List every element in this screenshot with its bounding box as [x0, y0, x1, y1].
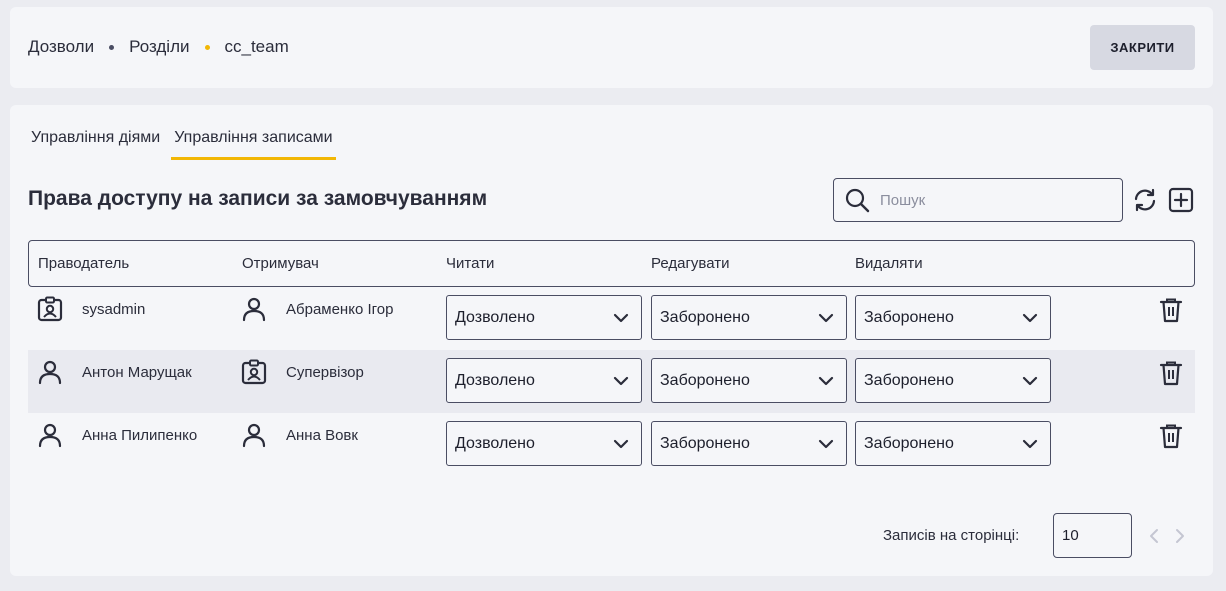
top-bar: Дозволи Розділи cc_team ЗАКРИТИ [10, 7, 1213, 88]
chevron-down-icon [818, 376, 834, 386]
main-panel: Управління діями Управління записами Пра… [10, 105, 1213, 576]
grantor-name: Антон Марущак [82, 364, 192, 381]
page-size-label: Записів на сторінці: [883, 527, 1020, 544]
edit-permission-value: Заборонено [660, 308, 750, 326]
trash-icon[interactable] [1159, 360, 1183, 386]
tab-record-management[interactable]: Управління записами [171, 127, 336, 160]
add-button[interactable] [1167, 186, 1195, 214]
column-header-grantee: Отримувач [242, 255, 319, 272]
edit-permission-select[interactable]: Заборонено [651, 358, 847, 403]
search-icon [845, 188, 870, 213]
chevron-down-icon [1022, 376, 1038, 386]
chevron-down-icon [1022, 439, 1038, 449]
chevron-right-icon[interactable] [1173, 527, 1187, 545]
chevron-down-icon [818, 313, 834, 323]
read-permission-value: Дозволено [455, 308, 535, 326]
read-permission-select[interactable]: Дозволено [446, 421, 642, 466]
breadcrumb-item-current: cc_team [224, 37, 289, 56]
table-row: Антон Марущак Супервізор Дозволено Забор… [28, 350, 1195, 413]
edit-permission-select[interactable]: Заборонено [651, 421, 847, 466]
close-button[interactable]: ЗАКРИТИ [1090, 25, 1195, 70]
chevron-down-icon [613, 313, 629, 323]
page-size-input[interactable]: 10 [1053, 513, 1132, 558]
chevron-down-icon [613, 376, 629, 386]
breadcrumb-separator-current [204, 44, 210, 50]
tab-action-management[interactable]: Управління діями [30, 127, 161, 160]
delete-permission-select[interactable]: Заборонено [855, 358, 1051, 403]
trash-icon[interactable] [1159, 297, 1183, 323]
search-box [833, 178, 1123, 222]
breadcrumb-item-permissions[interactable]: Дозволи [28, 37, 94, 57]
page-title: Права доступу на записи за замовчуванням [28, 187, 488, 210]
user-icon [242, 297, 266, 322]
grantor-name: Анна Пилипенко [82, 427, 198, 444]
read-permission-select[interactable]: Дозволено [446, 295, 642, 340]
column-header-grantor: Праводатель [38, 255, 130, 272]
edit-permission-select[interactable]: Заборонено [651, 295, 847, 340]
grantee-name: Супервізор [286, 364, 364, 381]
breadcrumb: Дозволи Розділи cc_team [28, 37, 289, 57]
edit-permission-value: Заборонено [660, 371, 750, 389]
chevron-down-icon [613, 439, 629, 449]
column-header-edit: Редагувати [651, 255, 730, 272]
user-icon [38, 423, 62, 448]
chevron-down-icon [1022, 313, 1038, 323]
add-square-icon [1168, 187, 1194, 213]
table-row: sysadmin Абраменко Ігор Дозволено Заборо… [28, 287, 1195, 350]
read-permission-value: Дозволено [455, 371, 535, 389]
trash-icon[interactable] [1159, 423, 1183, 449]
grantor-name: sysadmin [82, 301, 146, 318]
delete-permission-select[interactable]: Заборонено [855, 295, 1051, 340]
tab-bar: Управління діями Управління записами [30, 127, 346, 160]
refresh-icon [1134, 188, 1156, 212]
role-badge-icon [37, 296, 63, 322]
breadcrumb-item-sections[interactable]: Розділи [129, 37, 189, 57]
grantee-name: Абраменко Ігор [286, 301, 394, 318]
delete-permission-select[interactable]: Заборонено [855, 421, 1051, 466]
table-row: Анна Пилипенко Анна Вовк Дозволено Забор… [28, 413, 1195, 476]
table-header: Праводатель Отримувач Читати Редагувати … [28, 240, 1195, 287]
column-header-delete: Видаляти [855, 255, 923, 272]
role-badge-icon [241, 359, 267, 385]
search-input[interactable] [878, 190, 1098, 210]
page-size-value: 10 [1062, 527, 1079, 544]
grantee-name: Анна Вовк [286, 427, 358, 444]
column-header-read: Читати [446, 255, 495, 272]
delete-permission-value: Заборонено [864, 371, 954, 389]
chevron-down-icon [818, 439, 834, 449]
read-permission-value: Дозволено [455, 434, 535, 452]
breadcrumb-separator [109, 44, 115, 50]
read-permission-select[interactable]: Дозволено [446, 358, 642, 403]
edit-permission-value: Заборонено [660, 434, 750, 452]
user-icon [242, 423, 266, 448]
delete-permission-value: Заборонено [864, 434, 954, 452]
chevron-left-icon[interactable] [1147, 527, 1161, 545]
refresh-button[interactable] [1131, 186, 1159, 214]
user-icon [38, 360, 62, 385]
delete-permission-value: Заборонено [864, 308, 954, 326]
